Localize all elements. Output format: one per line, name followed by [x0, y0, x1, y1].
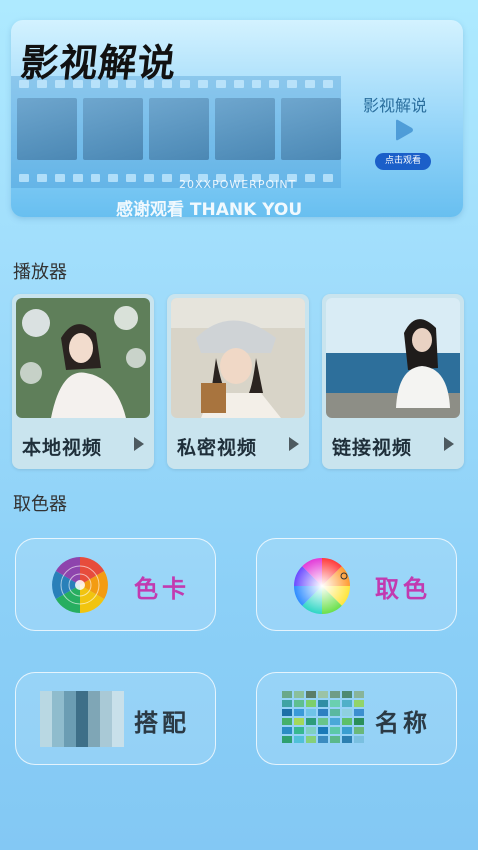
film-strip-decoration	[11, 76, 341, 188]
banner-subtitle: 20XXPOWERPOINT	[179, 178, 297, 191]
play-arrow-icon	[289, 437, 299, 451]
pick-color-button[interactable]: 取色	[256, 538, 457, 631]
color-stripes-icon	[40, 691, 124, 747]
color-wheel-gradient-icon	[294, 558, 350, 614]
link-video-card[interactable]: 链接视频	[322, 294, 464, 469]
color-match-button[interactable]: 搭配	[15, 672, 216, 765]
color-wheel-segmented-icon	[52, 557, 108, 613]
watch-button[interactable]: 点击观看	[375, 153, 431, 170]
local-video-label: 本地视频	[22, 437, 103, 459]
local-video-card[interactable]: 本地视频	[12, 294, 154, 469]
banner-title: 影视解说	[18, 41, 179, 85]
player-section-title: 播放器	[13, 262, 67, 283]
pick-color-label: 取色	[375, 574, 431, 603]
play-icon	[396, 119, 413, 141]
link-video-label: 链接视频	[332, 437, 413, 459]
banner-side-title: 影视解说	[363, 96, 428, 115]
play-arrow-icon	[444, 437, 454, 451]
color-card-button[interactable]: 色卡	[15, 538, 216, 631]
local-video-image	[16, 298, 150, 418]
color-name-label: 名称	[375, 708, 431, 737]
link-video-image	[326, 298, 460, 418]
color-name-button[interactable]: 名称	[256, 672, 457, 765]
private-video-image	[171, 298, 305, 418]
play-arrow-icon	[134, 437, 144, 451]
private-video-label: 私密视频	[177, 437, 258, 459]
color-picker-section-title: 取色器	[13, 494, 67, 515]
private-video-card[interactable]: 私密视频	[167, 294, 309, 469]
color-card-label: 色卡	[134, 574, 190, 603]
banner-thanks: 感谢观看 THANK YOU	[116, 200, 303, 217]
banner[interactable]: 影视解说 影视解说 点击观看 20XXPOWERPOINT 感谢观看 THANK…	[11, 20, 463, 217]
color-match-label: 搭配	[134, 708, 190, 737]
color-grid-icon	[282, 691, 364, 743]
